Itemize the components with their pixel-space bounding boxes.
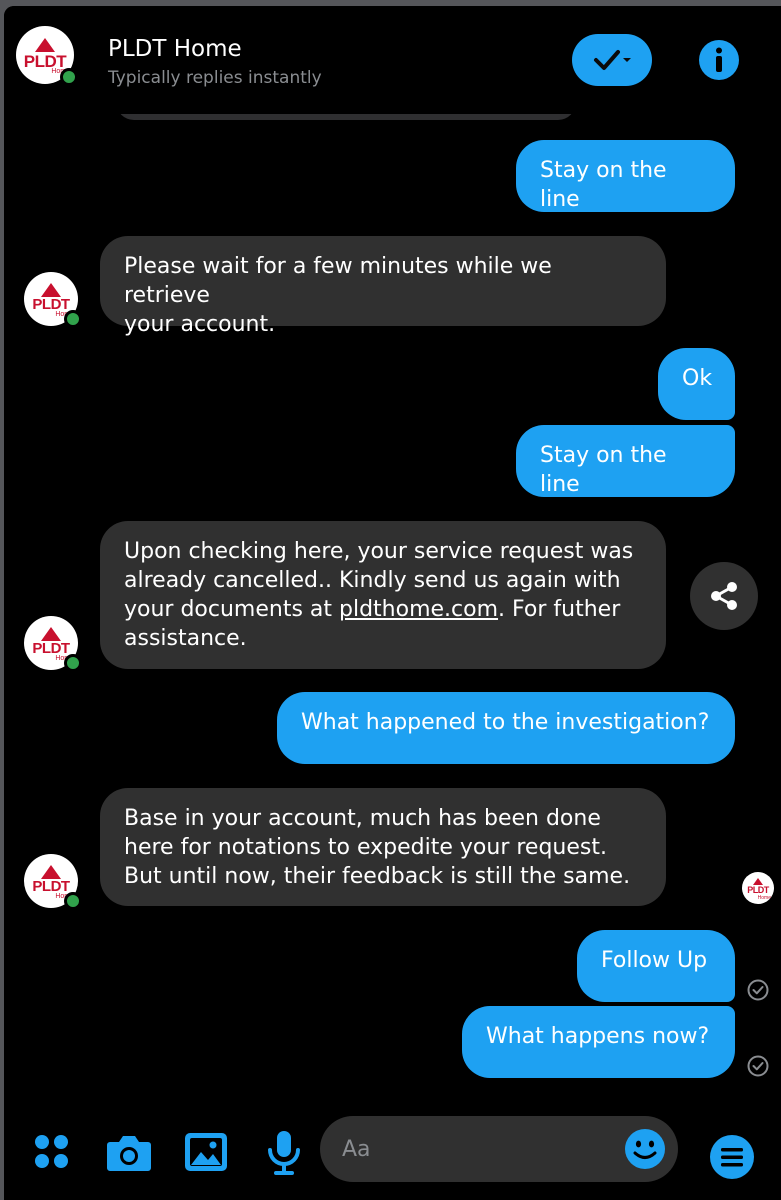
incoming-message[interactable]: Upon checking here, your service request…	[100, 521, 666, 669]
emoji-icon[interactable]	[624, 1128, 666, 1170]
chat-header: PLDT Home PLDT Home Typically replies in…	[4, 6, 781, 114]
message-composer	[4, 1100, 781, 1200]
contact-avatar[interactable]: PLDTHome	[24, 616, 82, 672]
online-indicator	[64, 310, 82, 328]
online-indicator	[64, 654, 82, 672]
outgoing-message[interactable]: Follow Up	[577, 930, 735, 1002]
message-link[interactable]: pldthome.com	[339, 597, 498, 622]
seen-by-avatar: PLDT Home	[742, 872, 774, 904]
outgoing-message[interactable]: Ok	[658, 348, 735, 420]
delivered-check-icon	[747, 979, 769, 1001]
contact-avatar[interactable]: PLDTHome	[24, 272, 82, 328]
camera-icon[interactable]	[106, 1132, 152, 1176]
info-icon[interactable]	[698, 39, 740, 81]
chat-window: PLDT Home PLDT Home Typically replies in…	[4, 6, 781, 1200]
contact-status: Typically replies instantly	[108, 68, 322, 88]
contact-avatar[interactable]: PLDT Home	[16, 26, 78, 86]
outgoing-message[interactable]: Stay on the line	[516, 425, 735, 497]
share-button[interactable]	[690, 562, 758, 630]
outgoing-message[interactable]: Stay on the line	[516, 140, 735, 212]
pldt-logo: PLDTHome	[742, 872, 774, 904]
contact-name[interactable]: PLDT Home	[108, 36, 242, 62]
menu-icon[interactable]	[709, 1134, 755, 1184]
message-field	[320, 1116, 678, 1182]
mark-done-button[interactable]	[572, 34, 652, 86]
microphone-icon[interactable]	[266, 1130, 302, 1180]
share-icon	[711, 582, 737, 610]
contact-avatar[interactable]: PLDTHome	[24, 854, 82, 910]
online-indicator	[60, 68, 78, 86]
incoming-message[interactable]: Base in your account, much has been done…	[100, 788, 666, 906]
online-indicator	[64, 892, 82, 910]
outgoing-message[interactable]: What happens now?	[462, 1006, 735, 1078]
message-input[interactable]	[342, 1132, 602, 1166]
gallery-icon[interactable]	[184, 1132, 228, 1176]
check-dropdown-icon	[594, 50, 631, 70]
apps-grid-icon[interactable]	[34, 1134, 70, 1174]
outgoing-message[interactable]: What happened to the investigation?	[277, 692, 735, 764]
incoming-message[interactable]: Please wait for a few minutes while we r…	[100, 236, 666, 337]
delivered-check-icon	[747, 1055, 769, 1077]
